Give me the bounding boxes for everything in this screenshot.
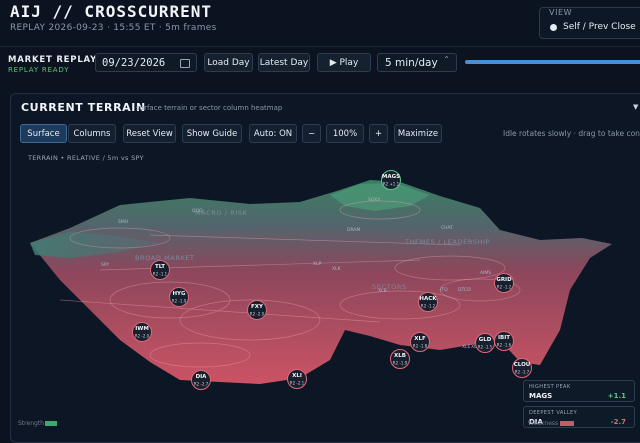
ticker-name: MAGS	[381, 174, 401, 180]
ticker-marker-xlf[interactable]	[410, 332, 430, 352]
highest-peak-ticker: MAGS	[529, 392, 553, 400]
ticker-value: R2 -1.1	[152, 271, 168, 277]
ticker-value: R2 -2.1	[289, 380, 305, 386]
ticker-value: R2 -1.5	[477, 344, 493, 350]
ticker-name: IWM	[135, 326, 149, 332]
ticker-value: R2 -1.0	[171, 298, 187, 304]
ticker-marker-ibit[interactable]	[494, 331, 514, 351]
ticker-value: R2 -1.7	[514, 369, 530, 375]
ticker-marker-iwm[interactable]	[132, 322, 152, 342]
ticker-value: R2 -2.0	[134, 333, 150, 339]
minor-label: SPY	[101, 263, 110, 268]
terrain-surface	[30, 180, 612, 384]
ticker-marker-tlt[interactable]	[150, 260, 170, 280]
deepest-valley-label: DEEPEST VALLEY	[529, 410, 578, 416]
minor-label: ITO	[440, 288, 448, 293]
ticker-marker-dia[interactable]	[191, 370, 211, 390]
minor-label: SOXX	[368, 198, 381, 203]
ticker-name: FXY	[251, 304, 263, 310]
ticker-value: R2 -1.2	[496, 284, 512, 290]
minor-label: XLK	[332, 267, 341, 272]
ticker-marker-xli[interactable]	[287, 369, 307, 389]
ticker-name: GRID	[496, 277, 512, 283]
ticker-name: CLOU	[513, 362, 531, 368]
ticker-value: R2 -1.9	[392, 360, 408, 366]
ticker-name: IBIT	[497, 335, 511, 341]
ticker-marker-grid[interactable]	[494, 273, 514, 293]
ticker-marker-gld[interactable]	[475, 333, 495, 353]
region-label-themes: THEMES / LEADERSHIP	[405, 238, 491, 246]
ticker-marker-xlb[interactable]	[390, 349, 410, 369]
ticker-marker-clou[interactable]	[512, 358, 532, 378]
minor-label: CHAT	[441, 226, 454, 231]
legend-weakness-label: Weakness	[528, 420, 559, 427]
deepest-valley-value: -2.7	[610, 418, 626, 426]
ticker-value: R2 -1.8	[412, 343, 428, 349]
minor-label: DRAM	[347, 228, 361, 233]
ticker-name: GLD	[478, 337, 492, 343]
legend-weakness: Weakness	[528, 420, 575, 427]
terrain-surface-canvas[interactable]	[0, 0, 640, 439]
legend-strength-swatch	[44, 421, 57, 426]
legend-weakness-swatch	[560, 421, 575, 426]
ticker-value: R2 -2.0	[249, 311, 265, 317]
ticker-name: HACK	[419, 296, 437, 302]
ticker-name: DIA	[195, 374, 207, 380]
minor-label: XLP	[313, 262, 322, 267]
legend-strength-label: Strength	[18, 420, 44, 427]
ticker-name: XLB	[394, 353, 406, 359]
ticker-value: R2 -1.6	[496, 342, 512, 348]
ticker-value: R2 +1.1	[382, 181, 400, 187]
ticker-marker-mags[interactable]	[381, 170, 401, 190]
ticker-name: XLI	[292, 373, 302, 379]
minor-label: XLE	[462, 345, 471, 350]
highest-peak-value: +1.1	[607, 392, 626, 400]
minor-label: XLB	[378, 289, 387, 294]
ticker-value: R2 -1.2	[420, 303, 436, 309]
highest-peak-label: HIGHEST PEAK	[529, 384, 571, 390]
minor-label: SMH	[118, 220, 129, 225]
terrain-caption: TERRAIN • RELATIVE / 5m vs SPY	[28, 154, 144, 162]
ticker-marker-hack[interactable]	[418, 292, 438, 312]
highest-peak-card: HIGHEST PEAK MAGS +1.1	[523, 380, 635, 402]
ticker-value: R2 -2.7	[193, 381, 209, 387]
minor-label: AIMS	[480, 271, 492, 276]
legend-strength: Strength	[18, 420, 57, 427]
ticker-name: XLF	[414, 336, 426, 342]
minor-label: DTCO	[458, 288, 471, 293]
ticker-marker-hyg[interactable]	[169, 287, 189, 307]
ticker-name: TLT	[154, 264, 166, 270]
minor-label: QQQ	[192, 209, 203, 214]
ticker-marker-fxy[interactable]	[247, 300, 267, 320]
ticker-name: HYG	[172, 291, 186, 297]
